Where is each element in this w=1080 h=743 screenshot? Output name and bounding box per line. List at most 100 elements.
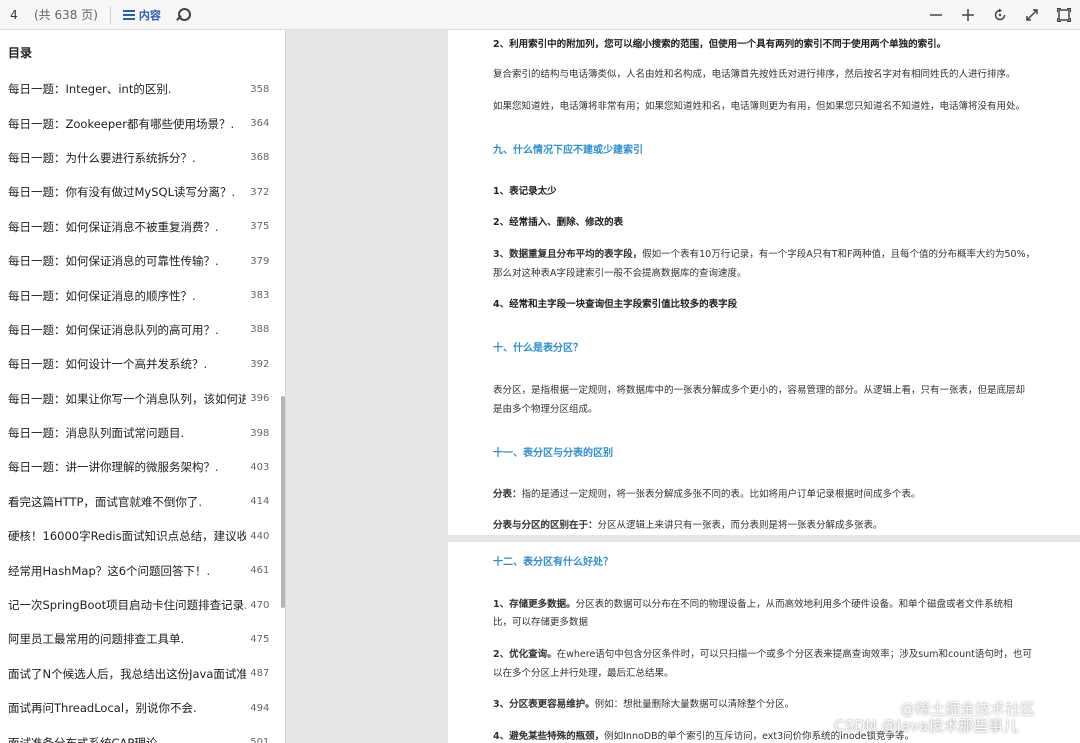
toc-item-title: 每日一题：你有没有做过MySQL读写分离？. <box>8 185 236 200</box>
page-text-line: 表分区，是指根据一定规则，将数据库中的一张表分解成多个更小的，容易管理的部分。从… <box>493 385 1026 396</box>
section-heading: 十、什么是表分区？ <box>493 343 583 354</box>
page-text-line: 比，可以存储更多数据 <box>493 617 589 628</box>
toc-item-page: 470 <box>250 599 270 611</box>
rotate-icon[interactable] <box>984 0 1016 30</box>
toc-item-page: 475 <box>250 633 270 645</box>
total-pages-label: (共 638 页) <box>34 8 98 22</box>
zoom-in-icon[interactable] <box>952 0 984 30</box>
page-text-line: 如果您知道姓，电话簿将非常有用；如果您知道姓和名，电话簿则更为有用，但如果您只知… <box>493 101 1026 112</box>
toc-toggle-button[interactable]: 内容 <box>122 7 161 23</box>
toc-item[interactable]: 每日一题：消息队列面试常问题目. 398 <box>0 416 280 450</box>
section-heading: 十二、表分区有什么好处？ <box>493 557 613 568</box>
toc-item[interactable]: 经常用HashMap？这6个问题回答下！. 461 <box>0 553 280 587</box>
toc-item[interactable]: 每日一题：Integer、int的区别. 358 <box>0 72 280 106</box>
bold-lead: 分表： <box>493 489 522 500</box>
zoom-out-icon[interactable] <box>920 0 952 30</box>
toc-item-title: 每日一题：如何保证消息的顺序性？. <box>8 288 196 303</box>
toc-item[interactable]: 每日一题：Zookeeper都有哪些使用场景？. 364 <box>0 106 280 140</box>
toc-item-page: 403 <box>250 461 270 473</box>
toc-item[interactable]: 看完这篇HTTP，面试官就难不倒你了. 414 <box>0 485 280 519</box>
toc-item-title: 面试了N个候选人后，我总结出这份Java面试准备 <box>8 666 247 681</box>
toc-item[interactable]: 每日一题：如何保证消息的顺序性？. 383 <box>0 278 280 312</box>
toc-item-title: 经常用HashMap？这6个问题回答下！. <box>8 563 211 578</box>
toc-item-title: 硬核！16000字Redis面试知识点总结，建议收藏 <box>8 529 247 544</box>
toc-item[interactable]: 每日一题：你有没有做过MySQL读写分离？. 372 <box>0 175 280 209</box>
line-rest: 指的是通过一定规则，将一张表分解成多张不同的表。比如将用户订单记录根据时间成多个… <box>521 489 921 500</box>
toc-item-title: 每日一题：如何设计一个高并发系统？. <box>8 357 208 372</box>
toc-item-title: 每日一题：为什么要进行系统拆分？. <box>8 150 196 165</box>
toc-item-title: 记一次SpringBoot项目启动卡住问题排查记录. <box>8 598 247 613</box>
toc-toggle-label: 内容 <box>138 8 161 22</box>
toc-item[interactable]: 每日一题：如何保证消息不被重复消费？. 375 <box>0 210 280 244</box>
toc-item[interactable]: 面试了N个候选人后，我总结出这份Java面试准备 487 <box>0 657 280 691</box>
toc-item-title: 每日一题：如何保证消息队列的高可用？. <box>8 322 219 337</box>
toc-list: 每日一题：Integer、int的区别. 358 每日一题：Zookeeper都有哪… <box>0 72 280 743</box>
fit-page-icon[interactable] <box>1048 0 1080 30</box>
toc-item-title: 阿里员工最常用的问题排查工具单. <box>8 632 185 647</box>
toc-item-title: 每日一题：Zookeeper都有哪些使用场景？. <box>8 116 235 131</box>
toc-item[interactable]: 每日一题：为什么要进行系统拆分？. 368 <box>0 141 280 175</box>
toc-item-page: 358 <box>250 83 270 95</box>
toolbar-right-group <box>920 0 1080 30</box>
bold-lead: 分表与分区的区别在于： <box>493 520 598 531</box>
line-rest: 例如：想批量删除大量数据可以清除整个分区。 <box>594 699 795 710</box>
toc-item-title: 面试再问ThreadLocal，别说你不会. <box>8 701 197 716</box>
page-text-line: 2、优化查询。在where语句中包含分区条件时，可以只扫描一个或多个分区表来提高… <box>493 648 1053 662</box>
toc-item[interactable]: 记一次SpringBoot项目启动卡住问题排查记录. 470 <box>0 588 280 622</box>
toc-item-page: 414 <box>250 496 270 508</box>
toc-item[interactable]: 每日一题：如何保证消息队列的高可用？. 388 <box>0 313 280 347</box>
toc-item-page: 392 <box>250 358 270 370</box>
toc-item[interactable]: 面试准备分布式系统CAP理论 501 <box>0 725 280 743</box>
bold-lead: 3、数据重复且分布平均的表字段， <box>493 249 643 260</box>
page-text-line: 复合索引的结构与电话簿类似，人名由姓和名构成，电话簿首先按姓氏对进行排序，然后按… <box>493 69 1016 80</box>
page-text-line: 以在多个分区上并行处理，最后汇总结果。 <box>493 668 674 679</box>
toc-item[interactable]: 面试再问ThreadLocal，别说你不会. 494 <box>0 691 280 725</box>
toc-item-title: 每日一题：如何保证消息的可靠性传输？. <box>8 254 219 269</box>
toc-item[interactable]: 硬核！16000字Redis面试知识点总结，建议收藏 440 <box>0 519 280 553</box>
section-heading: 十一、表分区与分表的区别 <box>493 448 613 459</box>
toc-item-title: 每日一题：如果让你写一个消息队列，该如何进 <box>8 391 247 406</box>
page-text-line: 1、存储更多数据。分区表的数据可以分布在不同的物理设备上，从而高效地利用多个硬件… <box>493 598 1053 612</box>
toc-item-page: 372 <box>250 186 270 198</box>
toc-item-page: 375 <box>250 221 270 233</box>
toc-item-page: 487 <box>250 668 270 680</box>
page-text-line: 3、数据重复且分布平均的表字段，假如一个表有10万行记录，有一个字段A只有T和F… <box>493 248 1053 262</box>
toolbar-divider <box>109 5 111 24</box>
toc-title: 目录 <box>8 46 33 60</box>
toc-item[interactable]: 阿里员工最常用的问题排查工具单. 475 <box>0 622 280 656</box>
watermark-csdn: CSDN @Java技术那些事儿 <box>834 717 1019 735</box>
toc-item-page: 396 <box>250 393 270 405</box>
toc-item-page: 398 <box>250 427 270 439</box>
toc-item[interactable]: 每日一题：讲一讲你理解的微服务架构？. 403 <box>0 450 280 484</box>
toc-item[interactable]: 每日一题：如何设计一个高并发系统？. 392 <box>0 347 280 381</box>
toc-item-title: 每日一题：消息队列面试常问题目. <box>8 426 185 441</box>
section-heading: 九、什么情况下应不建或少建索引 <box>493 145 643 156</box>
toc-item[interactable]: 每日一题：如何保证消息的可靠性传输？. 379 <box>0 244 280 278</box>
page-text-line: 那么对这种表A字段建索引一般不会提高数据库的查询速度。 <box>493 268 747 279</box>
toc-item-page: 501 <box>250 737 270 743</box>
line-rest: 分区从逻辑上来讲只有一张表，而分表则是将一张表分解成多张表。 <box>597 520 883 531</box>
toc-sidebar: 目录 每日一题：Integer、int的区别. 358 每日一题：Zookeeper… <box>0 30 286 743</box>
line-rest: 在where语句中包含分区条件时，可以只扫描一个或多个分区表来提高查询效率；涉及… <box>556 649 1032 660</box>
page-text-line: 分表：指的是通过一定规则，将一张表分解成多张不同的表。比如将用户订单记录根据时间… <box>493 488 1053 502</box>
list-icon <box>122 9 135 20</box>
bold-lead: 4、避免某些特殊的瓶颈， <box>493 731 605 742</box>
toc-item-title: 每日一题：如何保证消息不被重复消费？. <box>8 219 219 234</box>
toc-item-page: 494 <box>250 702 270 714</box>
toc-item-title: 面试准备分布式系统CAP理论 <box>8 735 158 743</box>
toc-item-title: 看完这篇HTTP，面试官就难不倒你了. <box>8 494 203 509</box>
line-rest: 假如一个表有10万行记录，有一个字段A只有T和F两种值，且每个值的分布概率大约为… <box>642 249 1036 260</box>
page-text-line: 2、利用索引中的附加列，您可以缩小搜索的范围，但使用一个具有两列的索引不同于使用… <box>493 39 947 50</box>
page-number-input[interactable]: 4 <box>0 8 28 22</box>
toc-item[interactable]: 每日一题：如果让你写一个消息队列，该如何进 396 <box>0 382 280 416</box>
bold-lead: 2、优化查询。 <box>493 649 557 660</box>
page-text-line: 2、经常插入、删除、修改的表 <box>493 217 624 228</box>
page-text-line: 分表与分区的区别在于：分区从逻辑上来讲只有一张表，而分表则是将一张表分解成多张表… <box>493 519 1053 533</box>
viewer-toolbar: 4 (共 638 页) 内容 <box>0 0 1080 30</box>
toc-item-page: 440 <box>250 530 270 542</box>
expand-icon[interactable] <box>1016 0 1048 30</box>
search-icon[interactable] <box>175 7 191 22</box>
toc-item-page: 383 <box>250 290 270 302</box>
toc-item-title: 每日一题：讲一讲你理解的微服务架构？. <box>8 460 219 475</box>
sidebar-scrollbar[interactable] <box>281 396 285 608</box>
